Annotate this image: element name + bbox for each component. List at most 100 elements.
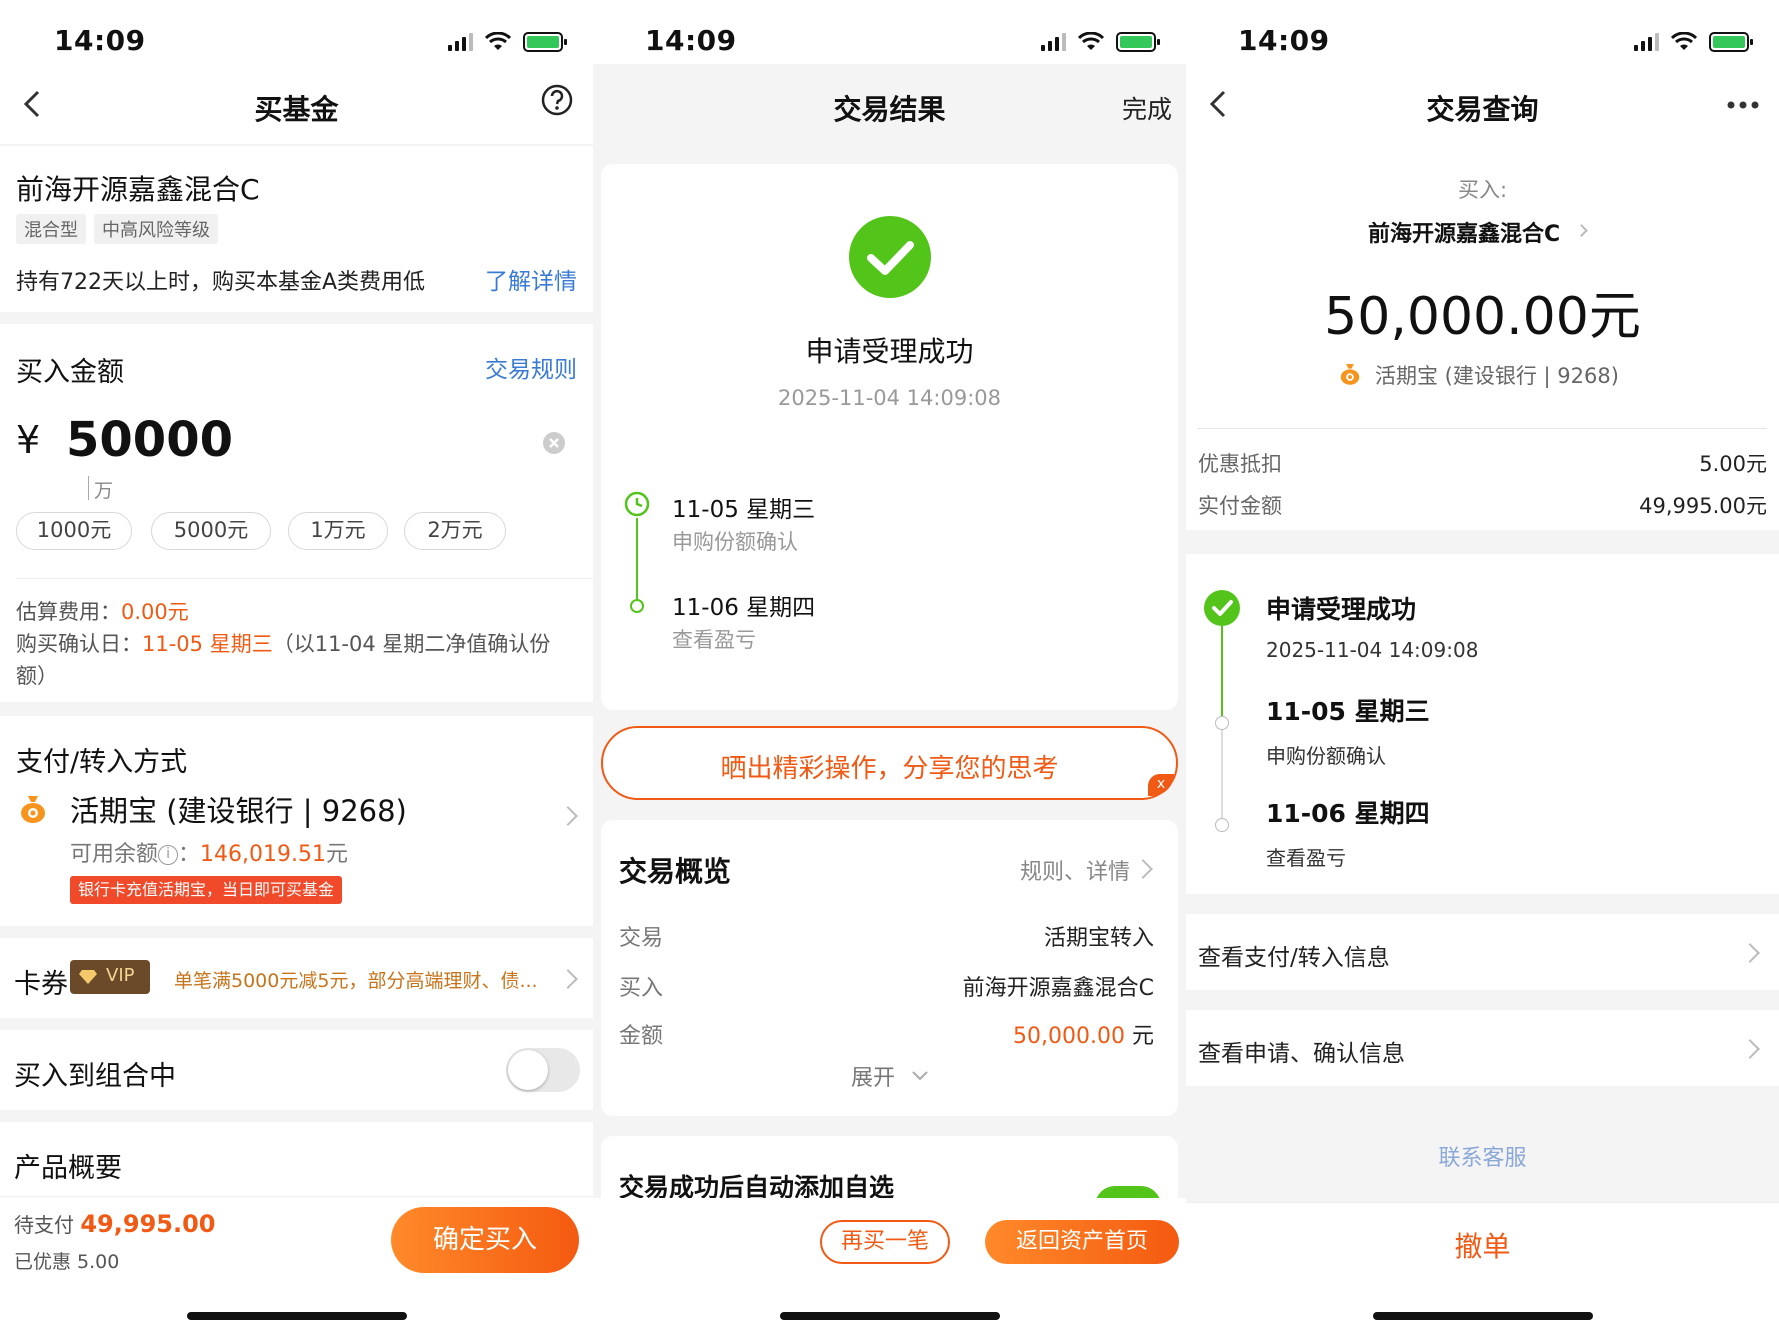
amount-label: 买入金额	[16, 357, 124, 388]
quick-amount-20k[interactable]: 2万元	[404, 512, 506, 550]
promo-badge: 银行卡充值活期宝，当日即可买基金	[70, 876, 343, 904]
contact-service-link[interactable]: 联系客服	[1186, 1140, 1779, 1172]
status-time: 14:09	[54, 24, 146, 57]
vip-label: VIP	[106, 965, 135, 986]
coupon-text: 单笔满5000元减5元，部分高端理财、债...	[174, 970, 538, 992]
discount-value: 5.00元	[1699, 452, 1767, 476]
buy-again-button[interactable]: 再买一笔	[820, 1220, 950, 1264]
wifi-icon	[485, 32, 511, 50]
chevron-right-icon	[558, 806, 578, 826]
learn-more-link[interactable]: 了解详情	[485, 262, 577, 296]
battery-icon	[1116, 32, 1160, 52]
home-indicator	[779, 1312, 1000, 1320]
payment-info-link[interactable]: 查看支付/转入信息	[1186, 914, 1779, 990]
fund-tag: 中高风险等级	[94, 214, 218, 244]
status-icons	[1634, 30, 1753, 54]
row-label: 买入	[619, 976, 664, 1001]
paid-label: 实付金额	[1198, 494, 1282, 518]
trade-rules-link[interactable]: 交易规则	[485, 350, 577, 384]
cancel-order-button[interactable]: 撤单	[1186, 1225, 1779, 1265]
step-desc: 申购份额确认	[1266, 744, 1386, 768]
progress-card: 申请受理成功 2025-11-04 14:09:08 11-05 星期三 申购份…	[1186, 554, 1779, 894]
chevron-right-icon	[1740, 1039, 1760, 1059]
fee-value: 0.00元	[121, 600, 189, 624]
timeline-desc: 申购份额确认	[672, 530, 798, 554]
timeline-dot	[1215, 716, 1229, 730]
more-icon[interactable]	[1727, 100, 1759, 110]
info-icon[interactable]: i	[158, 845, 179, 865]
balance-label: 可用余额	[70, 842, 159, 867]
status-time: 14:09	[1238, 24, 1330, 57]
balance-unit: 元	[326, 842, 349, 867]
confirm-buy-button[interactable]: 确定买入	[391, 1207, 579, 1273]
quick-amount-1000[interactable]: 1000元	[16, 512, 132, 550]
discount-text: 已优惠 5.00	[14, 1251, 120, 1273]
row-label: 交易	[619, 926, 664, 951]
signal-icon	[448, 33, 473, 51]
bottom-bar: 待支付 49,995.00 已优惠 5.00 确定买入	[0, 1196, 593, 1280]
timeline-date: 11-05 星期三	[672, 497, 816, 523]
overview-details-link[interactable]: 规则、详情	[1020, 854, 1130, 886]
status-icons	[448, 30, 567, 54]
screenshot-triptych: 14:09 买基金 前海开源嘉鑫混合C 混合型 中高风险等级 持有722天以上时，…	[0, 0, 1779, 1335]
fee-notice: 持有722天以上时，购买本基金A类费用低	[16, 270, 426, 295]
portfolio-row: 买入到组合中	[0, 1030, 593, 1110]
link-label: 查看申请、确认信息	[1198, 1041, 1405, 1067]
clear-icon[interactable]	[542, 431, 566, 455]
product-overview[interactable]: 产品概要	[0, 1122, 593, 1196]
vip-badge: VIP	[70, 960, 150, 994]
query-screen: 14:09 交易查询 买入: 前海开源嘉鑫混合C 50,000.00元 活期宝 …	[1186, 0, 1779, 1335]
to-pay-value: 49,995.00	[80, 1210, 216, 1238]
success-check-icon	[1204, 590, 1240, 626]
done-button[interactable]: 完成	[1122, 90, 1172, 126]
fund-name[interactable]: 前海开源嘉鑫混合C	[16, 168, 260, 208]
confirm-info-link[interactable]: 查看申请、确认信息	[1186, 1010, 1779, 1086]
share-banner[interactable]: 晒出精彩操作，分享您的思考 x	[601, 726, 1178, 800]
share-close-button[interactable]: x	[1148, 774, 1174, 796]
timeline-dot	[1215, 818, 1229, 832]
battery-icon	[1709, 32, 1753, 52]
step-title: 11-05 星期三	[1266, 697, 1430, 726]
confirm-note: （以11-04 星期二净值确认份	[272, 632, 551, 656]
result-screen: 14:09 交易结果 完成 申请受理成功 2025-11-04 14:09:08…	[593, 0, 1186, 1335]
step-desc: 2025-11-04 14:09:08	[1266, 638, 1479, 662]
coupon-row[interactable]: 卡券 VIP 单笔满5000元减5元，部分高端理财、债...	[0, 938, 593, 1018]
back-home-button[interactable]: 返回资产首页	[985, 1220, 1179, 1264]
success-title: 申请受理成功	[805, 335, 974, 368]
success-datetime: 2025-11-04 14:09:08	[777, 386, 1002, 410]
chevron-right-icon	[1575, 224, 1588, 237]
quick-amount-5000[interactable]: 5000元	[151, 512, 271, 550]
currency-symbol: ¥	[16, 418, 41, 462]
nav-bar: 买基金	[0, 64, 593, 144]
expand-button[interactable]: 展开	[851, 1060, 895, 1092]
row-label: 金额	[619, 1024, 664, 1049]
fund-tag: 混合型	[16, 214, 86, 244]
available-balance: 可用余额 i ：146,019.51元	[70, 836, 348, 868]
discount-label: 优惠抵扣	[1198, 452, 1282, 476]
confirm-label: 购买确认日：	[16, 632, 142, 656]
money-bag-icon	[21, 796, 45, 823]
timeline-date: 11-06 星期四	[672, 595, 816, 621]
status-icons	[1041, 30, 1160, 54]
timeline-desc: 查看盈亏	[672, 628, 756, 652]
help-icon[interactable]	[541, 84, 573, 116]
payment-card[interactable]: 支付/转入方式 活期宝 (建设银行 | 9268) 可用余额 i ：146,019.…	[0, 716, 593, 926]
signal-icon	[1041, 33, 1066, 51]
chevron-down-icon	[912, 1071, 928, 1081]
chevron-right-icon	[558, 969, 578, 989]
to-pay-label: 待支付	[14, 1213, 74, 1237]
fund-name[interactable]: 前海开源嘉鑫混合C	[1368, 216, 1560, 248]
status-time: 14:09	[645, 24, 737, 57]
paid-value: 49,995.00元	[1639, 494, 1767, 518]
home-indicator	[186, 1312, 407, 1320]
to-pay: 待支付 49,995.00	[14, 1209, 216, 1238]
portfolio-toggle[interactable]	[506, 1048, 580, 1092]
nav-bar: 交易查询	[1186, 64, 1779, 144]
amount-input[interactable]: 50000	[66, 412, 233, 468]
success-check-icon	[849, 216, 931, 298]
row-value: 活期宝转入	[1043, 926, 1154, 951]
step-desc: 查看盈亏	[1266, 846, 1346, 870]
payment-method: 活期宝 (建设银行 | 9268)	[70, 794, 407, 828]
quick-amount-10k[interactable]: 1万元	[288, 512, 388, 550]
step-title: 11-06 星期四	[1266, 799, 1430, 828]
